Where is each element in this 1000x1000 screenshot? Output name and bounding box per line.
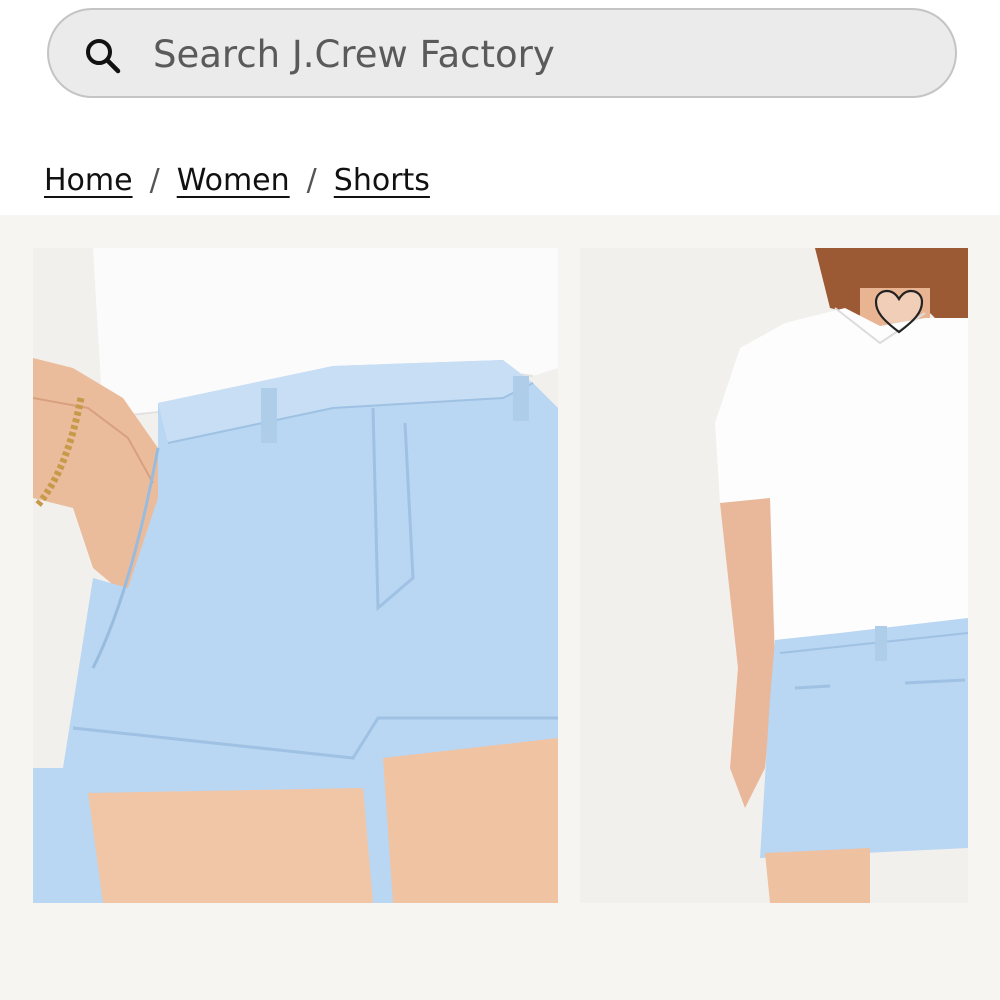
breadcrumb-women-link[interactable]: Women [177, 163, 290, 198]
product-image-front[interactable] [33, 248, 558, 903]
heart-outline-icon[interactable] [873, 288, 925, 336]
search-icon[interactable] [83, 36, 123, 76]
product-gallery [0, 215, 1000, 1000]
search-input[interactable] [153, 24, 913, 84]
search-bar[interactable] [47, 8, 957, 98]
product-image-back[interactable] [580, 248, 968, 903]
breadcrumb: Home / Women / Shorts [44, 158, 430, 202]
breadcrumb-separator: / [306, 162, 317, 198]
breadcrumb-shorts-link[interactable]: Shorts [334, 163, 430, 198]
breadcrumb-home-link[interactable]: Home [44, 163, 133, 198]
breadcrumb-separator: / [149, 162, 160, 198]
